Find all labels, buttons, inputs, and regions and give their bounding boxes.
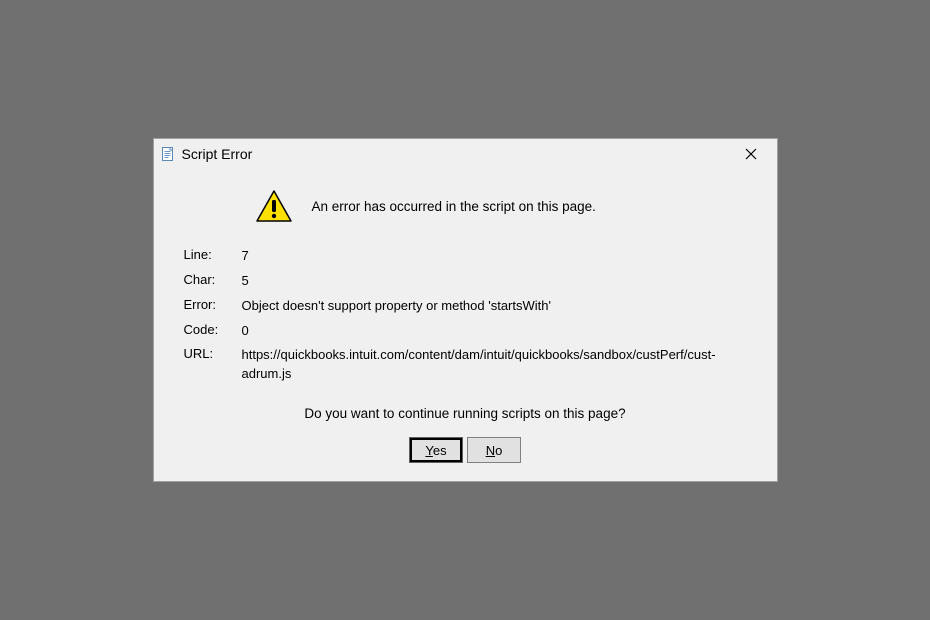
detail-row-line: Line: 7 bbox=[184, 247, 747, 266]
dialog-content: An error has occurred in the script on t… bbox=[154, 169, 777, 481]
continue-question: Do you want to continue running scripts … bbox=[184, 406, 747, 421]
button-row: Yes No bbox=[184, 437, 747, 463]
no-button[interactable]: No bbox=[467, 437, 521, 463]
dialog-title: Script Error bbox=[182, 146, 253, 162]
error-label: Error: bbox=[184, 297, 242, 312]
char-label: Char: bbox=[184, 272, 242, 287]
document-icon bbox=[160, 146, 176, 162]
detail-row-code: Code: 0 bbox=[184, 322, 747, 341]
char-value: 5 bbox=[242, 272, 747, 291]
close-button[interactable] bbox=[733, 143, 769, 165]
detail-row-char: Char: 5 bbox=[184, 272, 747, 291]
code-label: Code: bbox=[184, 322, 242, 337]
detail-row-error: Error: Object doesn't support property o… bbox=[184, 297, 747, 316]
yes-button[interactable]: Yes bbox=[409, 437, 463, 463]
header-message: An error has occurred in the script on t… bbox=[312, 199, 596, 214]
titlebar: Script Error bbox=[154, 139, 777, 169]
line-label: Line: bbox=[184, 247, 242, 262]
line-value: 7 bbox=[242, 247, 747, 266]
header-row: An error has occurred in the script on t… bbox=[254, 189, 747, 225]
warning-icon bbox=[254, 189, 294, 225]
titlebar-left: Script Error bbox=[160, 146, 253, 162]
details-section: Line: 7 Char: 5 Error: Object doesn't su… bbox=[184, 247, 747, 384]
code-value: 0 bbox=[242, 322, 747, 341]
detail-row-url: URL: https://quickbooks.intuit.com/conte… bbox=[184, 346, 747, 384]
url-label: URL: bbox=[184, 346, 242, 361]
error-value: Object doesn't support property or metho… bbox=[242, 297, 747, 316]
close-icon bbox=[745, 148, 757, 160]
script-error-dialog: Script Error An error has occurred in th… bbox=[153, 138, 778, 482]
url-value: https://quickbooks.intuit.com/content/da… bbox=[242, 346, 747, 384]
